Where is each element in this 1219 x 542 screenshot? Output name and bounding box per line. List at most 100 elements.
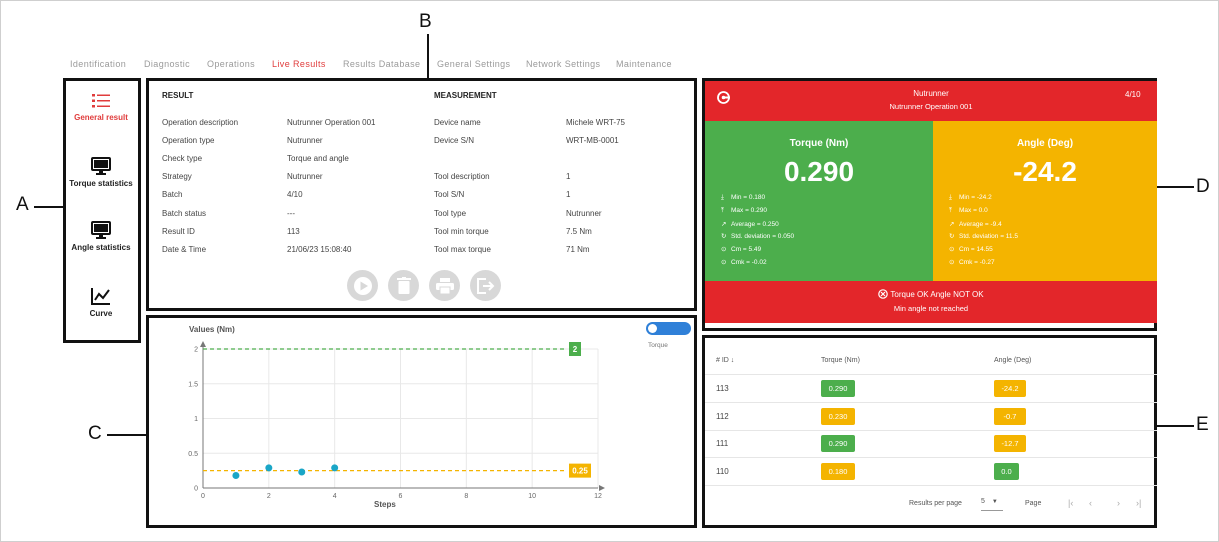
angle-stat: ↻ Std. deviation = 11.5 xyxy=(949,232,1018,240)
sidebar-item-angle-statistics[interactable]: Angle statistics xyxy=(66,221,136,252)
cell-angle-badge: -12.7 xyxy=(994,435,1026,452)
export-button[interactable] xyxy=(470,270,501,301)
tab-maintenance[interactable]: Maintenance xyxy=(616,59,672,69)
max-icon: ⤒ xyxy=(721,206,724,214)
result-label: Check type xyxy=(162,154,203,163)
delete-button[interactable] xyxy=(388,270,419,301)
torque-title: Torque (Nm) xyxy=(789,138,849,149)
measurement-value: WRT-MB-0001 xyxy=(566,136,619,145)
result-label: Operation description xyxy=(162,118,239,127)
batch-counter: 4/10 xyxy=(1125,90,1141,99)
cell-torque-badge: 0.230 xyxy=(821,407,855,425)
cmk-icon: ⊙ xyxy=(949,259,955,266)
prev-page-icon[interactable]: ‹ xyxy=(1089,498,1092,508)
col-header-torque[interactable]: Torque (Nm) xyxy=(821,357,860,364)
sidebar-item-general-result[interactable]: General result xyxy=(66,93,136,122)
live-result-panel: Nutrunner Nutrunner Operation 001 4/10 T… xyxy=(702,78,1157,331)
sidebar-item-label: Angle statistics xyxy=(71,243,131,252)
cell-torque-badge: 0.180 xyxy=(821,462,855,480)
export-icon xyxy=(476,277,494,294)
error-circle-icon xyxy=(878,289,889,299)
result-label: Strategy xyxy=(162,172,192,181)
table-row[interactable]: 111 0.290 -12.7 xyxy=(705,430,1157,458)
result-label: Batch xyxy=(162,190,183,199)
rows-per-page-value: 5 xyxy=(981,498,985,505)
y-tick-label: 0 xyxy=(194,486,198,493)
angle-stat-text: Cm = 14.55 xyxy=(959,246,993,254)
result-value: Nutrunner Operation 001 xyxy=(287,118,376,127)
result-label: Result ID xyxy=(162,227,195,236)
print-icon xyxy=(435,277,454,294)
result-value: --- xyxy=(287,209,295,218)
tab-identification[interactable]: Identification xyxy=(70,59,126,69)
monitor-icon xyxy=(91,221,111,239)
angle-stat: ↗ Average = -9.4 xyxy=(949,220,1002,228)
result-label: Operation type xyxy=(162,136,215,145)
measurement-label: Device S/N xyxy=(434,136,475,145)
result-value: 4/10 xyxy=(287,190,303,199)
status-line-1: Torque OK Angle NOT OK xyxy=(705,289,1157,299)
x-axis-arrow xyxy=(599,485,605,491)
result-value: Nutrunner xyxy=(287,172,323,181)
measurement-value: 1 xyxy=(566,190,571,199)
live-status: Torque OK Angle NOT OK Min angle not rea… xyxy=(705,281,1157,323)
table-row[interactable]: 112 0.230 -0.7 xyxy=(705,403,1157,431)
tab-diagnostic[interactable]: Diagnostic xyxy=(144,59,190,69)
x-tick-label: 4 xyxy=(333,493,337,500)
table-row[interactable]: 110 0.180 0.0 xyxy=(705,458,1157,486)
col-header-angle[interactable]: Angle (Deg) xyxy=(994,357,1031,364)
angle-stat: ⊙ Cm = 14.55 xyxy=(949,245,993,253)
chart-panel: Values (Nm) Torque Steps 0 2 4 6 8 10 12 0 0.5 1 1… xyxy=(146,315,697,528)
x-tick-label: 0 xyxy=(201,493,205,500)
torque-stat: ↻ Std. deviation = 0.050 xyxy=(721,232,794,240)
x-tick-label: 12 xyxy=(594,493,602,500)
measurement-heading: MEASUREMENT xyxy=(434,91,497,100)
y-axis-arrow xyxy=(200,341,206,347)
angle-stat-text: Cmk = -0.27 xyxy=(959,259,995,266)
cell-id: 111 xyxy=(716,439,729,448)
first-page-icon[interactable]: |‹ xyxy=(1068,498,1073,508)
angle-stat-text: Std. deviation = 11.5 xyxy=(959,233,1018,241)
values-chart: 0 2 4 6 8 10 12 0 0.5 1 1.5 2 2 0.25 xyxy=(188,341,605,500)
measurement-label: Tool S/N xyxy=(434,190,465,199)
torque-stat: ⊙ Cm = 5.49 xyxy=(721,245,761,253)
measurement-value: 1 xyxy=(566,172,571,181)
next-page-icon[interactable]: › xyxy=(1117,498,1120,508)
tab-general-settings[interactable]: General Settings xyxy=(437,59,510,69)
measurement-label: Tool max torque xyxy=(434,245,491,254)
max-icon: ⤒ xyxy=(949,206,952,214)
data-point xyxy=(232,471,240,479)
cell-id: 110 xyxy=(716,466,729,476)
tab-network-settings[interactable]: Network Settings xyxy=(526,59,600,69)
torque-stat-text: Std. deviation = 0.050 xyxy=(731,233,795,241)
play-icon xyxy=(353,276,372,295)
result-heading: RESULT xyxy=(162,91,194,100)
sidebar-item-curve[interactable]: Curve xyxy=(66,287,136,318)
sidebar-item-torque-statistics[interactable]: Torque statistics xyxy=(66,157,136,188)
angle-stat-text: Max = 0.0 xyxy=(959,206,988,214)
torque-stat-text: Min = 0.180 xyxy=(731,194,766,201)
measurement-value: 7.5 Nm xyxy=(566,227,592,236)
tab-results-database[interactable]: Results Database xyxy=(343,59,420,69)
table-row[interactable]: 113 0.290 -24.2 xyxy=(705,375,1157,403)
angle-stat-text: Min = -24.2 xyxy=(959,194,992,201)
cell-angle-badge: 0.0 xyxy=(994,462,1019,480)
x-tick-label: 8 xyxy=(464,493,468,500)
start-button[interactable] xyxy=(347,270,378,301)
tab-operations[interactable]: Operations xyxy=(207,59,255,69)
measurement-label: Tool description xyxy=(434,172,490,181)
std-deviation-icon: ↻ xyxy=(721,233,727,241)
callout-e: E xyxy=(1196,414,1209,435)
col-header-id[interactable]: # ID ↓ xyxy=(716,357,734,364)
last-page-icon[interactable]: ›| xyxy=(1136,498,1141,508)
cm-icon: ⊙ xyxy=(949,246,955,254)
print-button[interactable] xyxy=(429,270,460,301)
measurement-value: 71 Nm xyxy=(566,245,590,254)
tab-live-results[interactable]: Live Results xyxy=(272,59,326,69)
y-tick-label: 2 xyxy=(194,347,198,354)
rows-per-page-select[interactable]: 5 ▼ xyxy=(981,498,1003,511)
measurement-label: Tool min torque xyxy=(434,227,489,236)
sidebar-item-label: Torque statistics xyxy=(69,179,133,188)
min-icon: ⤓ xyxy=(949,194,952,201)
angle-stat-text: Average = -9.4 xyxy=(959,220,1002,228)
